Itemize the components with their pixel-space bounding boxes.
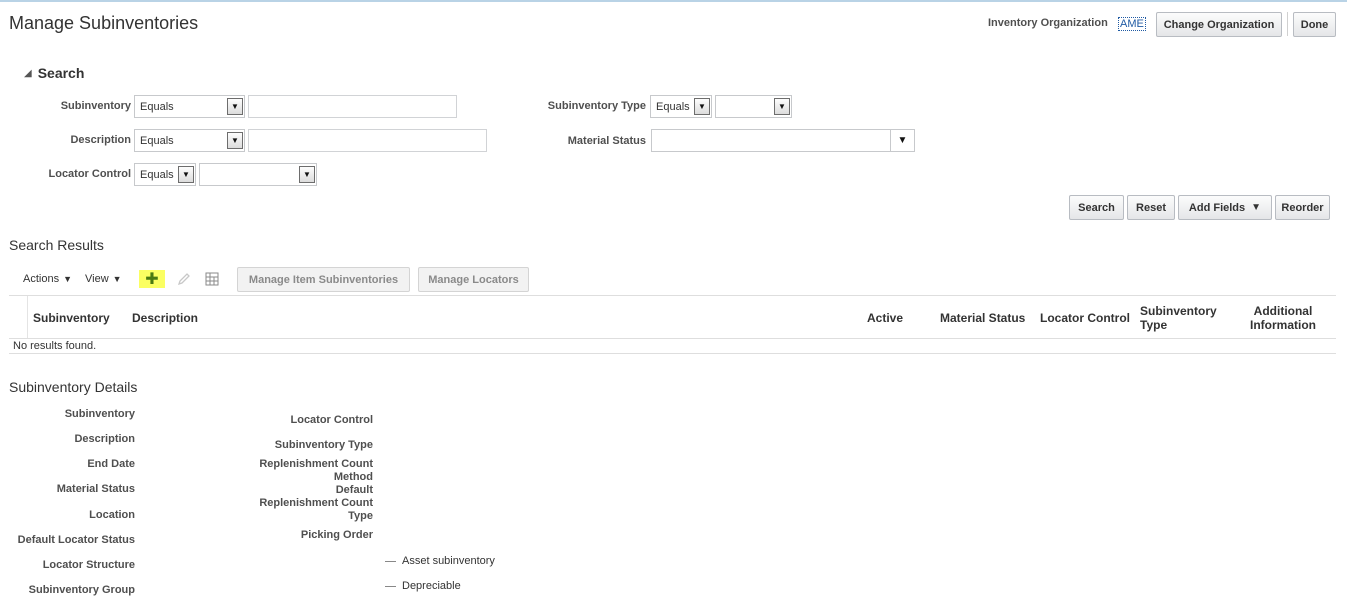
subinventory-type-operator-select[interactable]: Equals ▼ [650,95,712,118]
subinventory-label: Subinventory [60,100,131,112]
done-button[interactable]: Done [1293,12,1336,37]
subinventory-type-operator-value: Equals [656,100,690,113]
column-header-subinventory-type-line1: Subinventory [1140,304,1217,318]
table-bottom-border [9,353,1336,354]
detail-label-locator-control: Locator Control [290,414,374,426]
detail-label-default-locator-status: Default Locator Status [17,534,135,546]
asset-subinventory-indicator: Asset subinventory [385,555,495,567]
column-header-additional-line2: Information [1250,318,1316,332]
subinventory-operator-value: Equals [140,100,174,113]
detail-label-replenishment-count-method: Replenishment Count Method [243,458,373,484]
search-results-heading: Search Results [9,237,104,253]
view-menu-label: View [85,273,109,285]
inventory-organization-link[interactable]: AME [1118,17,1146,31]
freeze-columns-icon[interactable] [204,271,220,290]
top-border [0,0,1347,2]
chevron-down-icon: ▼ [774,98,790,115]
detail-label-end-date: End Date [87,458,135,470]
view-menu[interactable]: View ▼ [85,273,122,285]
unchecked-dash-icon [385,560,396,562]
detail-label-location: Location [89,509,135,521]
actions-menu-label: Actions [23,273,60,285]
locator-control-value-select[interactable]: ▼ [199,163,317,186]
depreciable-label: Depreciable [402,580,461,592]
depreciable-indicator: Depreciable [385,580,461,592]
chevron-down-icon: ▼ [227,98,243,115]
detail-label-description: Description [74,433,135,445]
detail-label-material-status: Material Status [56,483,135,495]
detail-label-repl-method-line1: Replenishment Count [259,458,373,470]
edit-pencil-icon[interactable] [176,271,192,290]
reset-button[interactable]: Reset [1127,195,1175,220]
column-header-subinventory-type[interactable]: Subinventory Type [1140,304,1217,332]
locator-control-operator-select[interactable]: Equals ▼ [134,163,196,186]
chevron-down-icon: ▼ [299,166,315,183]
subinventory-type-label: Subinventory Type [547,100,646,112]
chevron-down-icon: ▼ [178,166,194,183]
column-header-additional-information[interactable]: Additional Information [1246,304,1320,332]
subinventory-details-heading: Subinventory Details [9,379,138,395]
chevron-down-icon: ▼ [694,98,710,115]
detail-label-repl-method-line2: Method [333,471,373,483]
actions-menu[interactable]: Actions ▼ [23,273,72,285]
locator-control-label: Locator Control [48,168,132,180]
manage-locators-button[interactable]: Manage Locators [418,267,529,292]
detail-label-repl-type-line1: Default [335,484,373,496]
subinventory-type-value-select[interactable]: ▼ [715,95,792,118]
column-header-active[interactable]: Active [867,311,903,325]
caret-down-icon: ▼ [1251,202,1262,213]
inventory-organization-label: Inventory Organization [988,17,1108,29]
search-heading: Search [37,65,85,81]
reorder-button[interactable]: Reorder [1275,195,1330,220]
header-separator [1287,12,1288,36]
manage-item-subinventories-button[interactable]: Manage Item Subinventories [237,267,410,292]
caret-down-icon: ▼ [63,274,72,284]
column-header-material-status[interactable]: Material Status [940,311,1025,325]
detail-label-repl-type-line3: Type [348,510,373,522]
description-operator-select[interactable]: Equals ▼ [134,129,245,152]
table-top-border [9,295,1336,296]
change-organization-button[interactable]: Change Organization [1156,12,1282,37]
add-fields-button[interactable]: Add Fields ▼ [1178,195,1272,220]
chevron-down-icon: ▼ [227,132,243,149]
add-fields-label: Add Fields [1188,201,1246,214]
chevron-down-icon: ▼ [890,130,914,151]
locator-control-operator-value: Equals [140,168,174,181]
subinventory-operator-select[interactable]: Equals ▼ [134,95,245,118]
material-status-label: Material Status [567,135,646,147]
asset-subinventory-label: Asset subinventory [402,555,495,567]
description-operator-value: Equals [140,134,174,147]
column-header-description[interactable]: Description [132,311,198,325]
column-header-additional-line1: Additional [1253,304,1313,318]
column-header-locator-control[interactable]: Locator Control [1040,311,1130,325]
column-header-subinventory[interactable]: Subinventory [33,311,110,325]
detail-label-locator-structure: Locator Structure [42,559,135,571]
search-button[interactable]: Search [1069,195,1124,220]
unchecked-dash-icon [385,585,396,587]
detail-label-picking-order: Picking Order [300,529,373,541]
caret-down-icon: ▼ [112,274,122,284]
detail-label-subinventory: Subinventory [64,408,135,420]
material-status-select[interactable]: ▼ [651,129,915,152]
page-title: Manage Subinventories [9,13,199,33]
table-row-header-separator [27,296,28,338]
collapse-triangle-icon: ◢ [24,67,32,79]
subinventory-input[interactable] [248,95,457,118]
table-header-bottom-border [9,338,1336,339]
detail-label-subinventory-group: Subinventory Group [28,584,135,596]
detail-label-default-replenishment-count-type: Default Replenishment Count Type [243,484,373,523]
detail-label-repl-type-line2: Replenishment Count [259,497,373,509]
search-section-header[interactable]: ◢ Search [24,65,84,81]
add-row-icon[interactable]: ✚ [139,270,165,288]
description-label: Description [70,134,131,146]
detail-label-subinventory-type: Subinventory Type [274,439,373,451]
no-results-message: No results found. [13,340,97,352]
column-header-subinventory-type-line2: Type [1140,318,1168,332]
description-input[interactable] [248,129,487,152]
